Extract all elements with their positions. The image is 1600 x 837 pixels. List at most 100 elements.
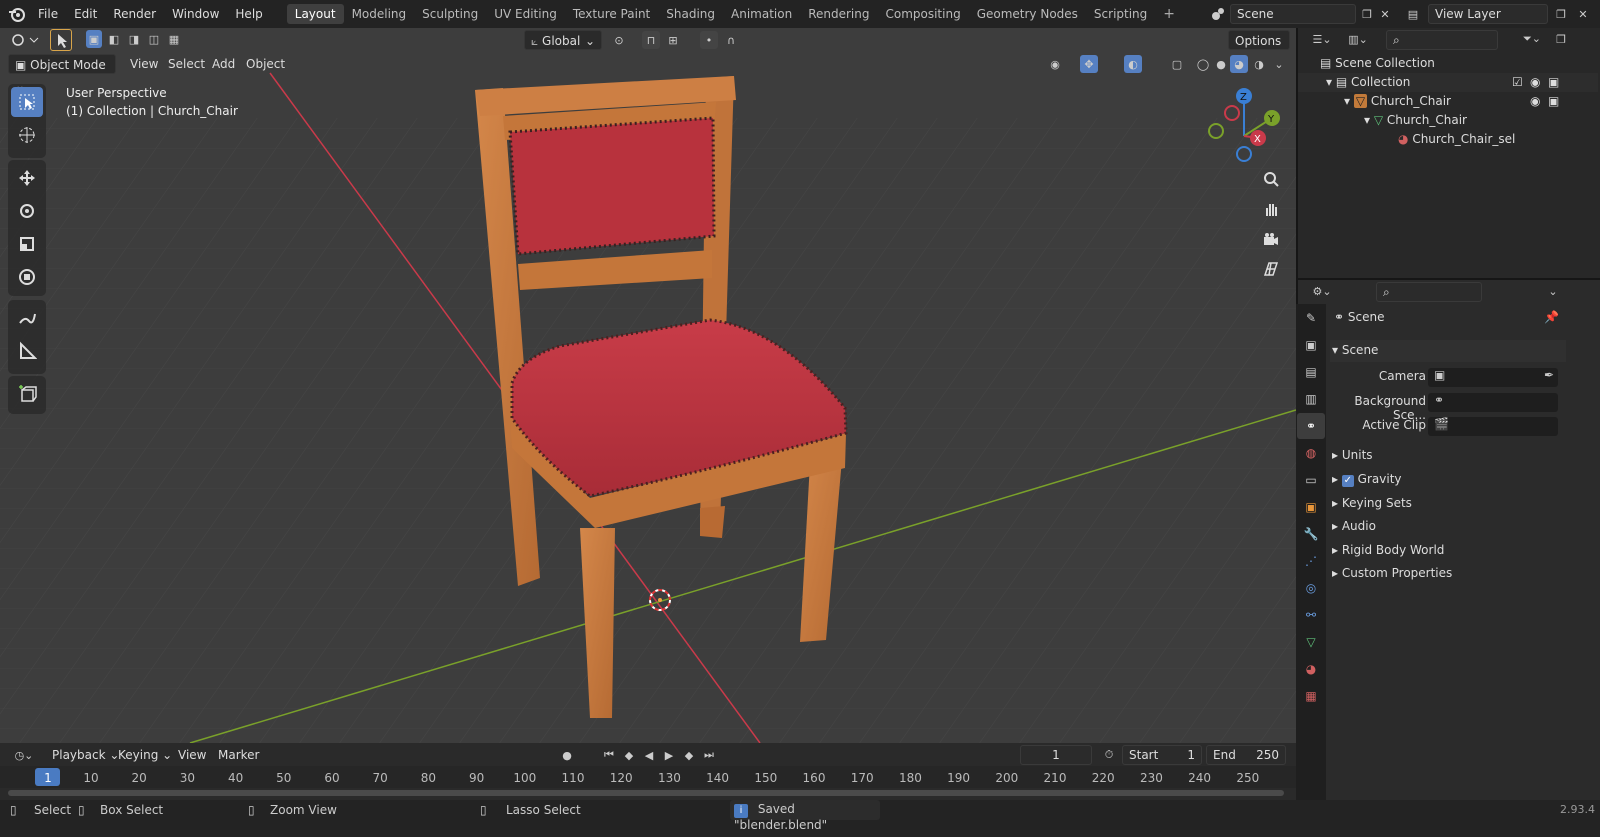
material-tab-icon[interactable]: ◕	[1297, 656, 1325, 682]
exclude-checkbox-icon[interactable]: ☑	[1512, 73, 1523, 92]
menu-keying[interactable]: Keying ⌄	[112, 745, 178, 765]
timeline-editor-icon[interactable]: ◷⌄	[10, 746, 38, 764]
view-layer-close-icon[interactable]: ✕	[1574, 5, 1592, 23]
pan-hand-icon[interactable]	[1258, 196, 1284, 222]
jump-start-icon[interactable]: ⏮	[600, 746, 618, 764]
options-dropdown[interactable]: Options ⌄	[1228, 30, 1290, 68]
scene-tab-icon[interactable]: ⚭	[1297, 413, 1325, 439]
outliner-row-collection[interactable]: ▾ ▤ Collection ☑ ◉ ▣	[1298, 73, 1598, 92]
outliner-search-field[interactable]: ⌕	[1386, 30, 1498, 50]
select-tool-icon[interactable]	[50, 29, 72, 51]
menu-window[interactable]: Window	[164, 7, 227, 21]
tab-rendering[interactable]: Rendering	[800, 4, 877, 24]
view-layer-field[interactable]: View Layer	[1428, 4, 1548, 24]
mode-difference-icon[interactable]: ◫	[146, 30, 162, 48]
annotate-tool-icon[interactable]	[11, 303, 43, 333]
subpanel-rigid-body-world[interactable]: ▸ Rigid Body World	[1332, 543, 1444, 557]
tab-shading[interactable]: Shading	[658, 4, 723, 24]
transform-tool-icon[interactable]	[11, 262, 43, 292]
gravity-checkbox[interactable]: ✓	[1341, 475, 1354, 487]
end-frame-field[interactable]: End 250	[1206, 745, 1286, 765]
pin-icon[interactable]: 📌	[1544, 310, 1559, 324]
menu-view[interactable]: View	[124, 54, 164, 74]
outliner-row-church-chair-mesh[interactable]: ▾ ▽ Church_Chair	[1298, 111, 1598, 130]
shading-options-icon[interactable]: ⌄	[1270, 55, 1288, 73]
mode-dropdown[interactable]: ▣ Object Mode ⌄	[8, 54, 116, 92]
subpanel-keying-sets[interactable]: ▸ Keying Sets	[1332, 496, 1412, 510]
next-keyframe-icon[interactable]: ◆	[680, 746, 698, 764]
menu-help[interactable]: Help	[227, 7, 270, 21]
current-frame-field[interactable]: 1	[1020, 745, 1092, 765]
mode-subtract-icon[interactable]: ◨	[126, 30, 142, 48]
xray-icon[interactable]: ▢	[1168, 55, 1186, 73]
menu-add[interactable]: Add	[206, 54, 241, 74]
snap-icon[interactable]: ⊓	[642, 31, 660, 49]
background-scene-field[interactable]: ⚭	[1428, 393, 1558, 412]
physics-tab-icon[interactable]: ◎	[1297, 575, 1325, 601]
camera-view-icon[interactable]	[1258, 226, 1284, 252]
outliner-row-material[interactable]: ◕ Church_Chair_sel	[1298, 130, 1598, 149]
scale-tool-icon[interactable]	[11, 229, 43, 259]
blender-logo-icon[interactable]	[8, 6, 26, 22]
measure-tool-icon[interactable]	[11, 336, 43, 366]
new-collection-icon[interactable]: ❐	[1552, 30, 1570, 48]
render-tab-icon[interactable]: ▣	[1297, 332, 1325, 358]
render-camera-icon[interactable]: ▣	[1548, 92, 1559, 111]
scene-field[interactable]: Scene	[1230, 4, 1356, 24]
properties-search-field[interactable]: ⌕	[1376, 282, 1482, 302]
record-icon[interactable]: ●	[558, 746, 576, 764]
solid-shading-icon[interactable]: ●	[1212, 55, 1230, 73]
scene-browse-icon[interactable]	[1208, 4, 1228, 24]
tab-sculpting[interactable]: Sculpting	[414, 4, 486, 24]
rotate-tool-icon[interactable]	[11, 196, 43, 226]
constraints-tab-icon[interactable]: ⚯	[1297, 602, 1325, 628]
rendered-shading-icon[interactable]: ◑	[1250, 55, 1268, 73]
properties-editor-icon[interactable]: ⚙⌄	[1308, 282, 1336, 300]
world-tab-icon[interactable]: ◍	[1297, 440, 1325, 466]
play-reverse-icon[interactable]: ◀	[640, 746, 658, 764]
menu-render[interactable]: Render	[105, 7, 164, 21]
subpanel-gravity[interactable]: ▸ ✓ Gravity	[1332, 472, 1402, 487]
wireframe-shading-icon[interactable]: ◯	[1194, 55, 1212, 73]
editor-type-icon[interactable]	[8, 30, 40, 50]
proportional-edit-icon[interactable]: •	[700, 31, 718, 49]
subpanel-units[interactable]: ▸ Units	[1332, 448, 1373, 462]
tab-animation[interactable]: Animation	[723, 4, 800, 24]
gizmo-toggle-icon[interactable]: ✥	[1080, 55, 1098, 73]
select-box-tool-icon[interactable]	[11, 87, 43, 117]
falloff-icon[interactable]: ∩	[722, 31, 740, 49]
menu-marker[interactable]: Marker	[212, 745, 265, 765]
tab-uv-editing[interactable]: UV Editing	[486, 4, 565, 24]
mode-extend-icon[interactable]: ◧	[106, 30, 122, 48]
play-icon[interactable]: ▶	[660, 746, 678, 764]
start-frame-field[interactable]: Start 1	[1122, 745, 1202, 765]
modifier-tab-icon[interactable]: 🔧	[1297, 521, 1325, 547]
tab-layout[interactable]: Layout	[286, 4, 344, 24]
outliner-row-scene-collection[interactable]: ▤ Scene Collection	[1298, 54, 1598, 73]
menu-file[interactable]: File	[30, 7, 66, 21]
tab-compositing[interactable]: Compositing	[877, 4, 968, 24]
object-tab-icon[interactable]: ▣	[1297, 494, 1325, 520]
prev-keyframe-icon[interactable]: ◆	[620, 746, 638, 764]
menu-edit[interactable]: Edit	[66, 7, 105, 21]
scene-copy-icon[interactable]: ❐	[1358, 5, 1376, 23]
status-report[interactable]: i Saved "blender.blend"	[730, 800, 880, 832]
timeline-scrollbar[interactable]	[8, 790, 1284, 796]
overlay-toggle-icon[interactable]: ◐	[1124, 55, 1142, 73]
jump-end-icon[interactable]: ⏭	[700, 746, 718, 764]
tab-geometry-nodes[interactable]: Geometry Nodes	[969, 4, 1086, 24]
subpanel-custom-properties[interactable]: ▸ Custom Properties	[1332, 566, 1452, 580]
visibility-eye-icon[interactable]: ◉	[1046, 55, 1064, 73]
scene-panel-header[interactable]: ▾ Scene	[1330, 340, 1566, 362]
outliner-row-church-chair-object[interactable]: ▾ ▽ Church_Chair ◉ ▣	[1298, 92, 1598, 111]
material-shading-icon[interactable]: ◕	[1230, 55, 1248, 73]
add-cube-tool-icon[interactable]	[11, 379, 43, 409]
zoom-icon[interactable]	[1258, 166, 1284, 192]
camera-field[interactable]: ▣ ✒	[1428, 368, 1558, 387]
pivot-icon[interactable]: ⊙	[610, 31, 628, 49]
tab-scripting[interactable]: Scripting	[1086, 4, 1155, 24]
snap-target-icon[interactable]: ⊞	[664, 31, 682, 49]
tab-modeling[interactable]: Modeling	[344, 4, 415, 24]
visibility-icon[interactable]: ◉	[1530, 92, 1540, 111]
display-mode-icon[interactable]: ▥⌄	[1344, 30, 1372, 48]
